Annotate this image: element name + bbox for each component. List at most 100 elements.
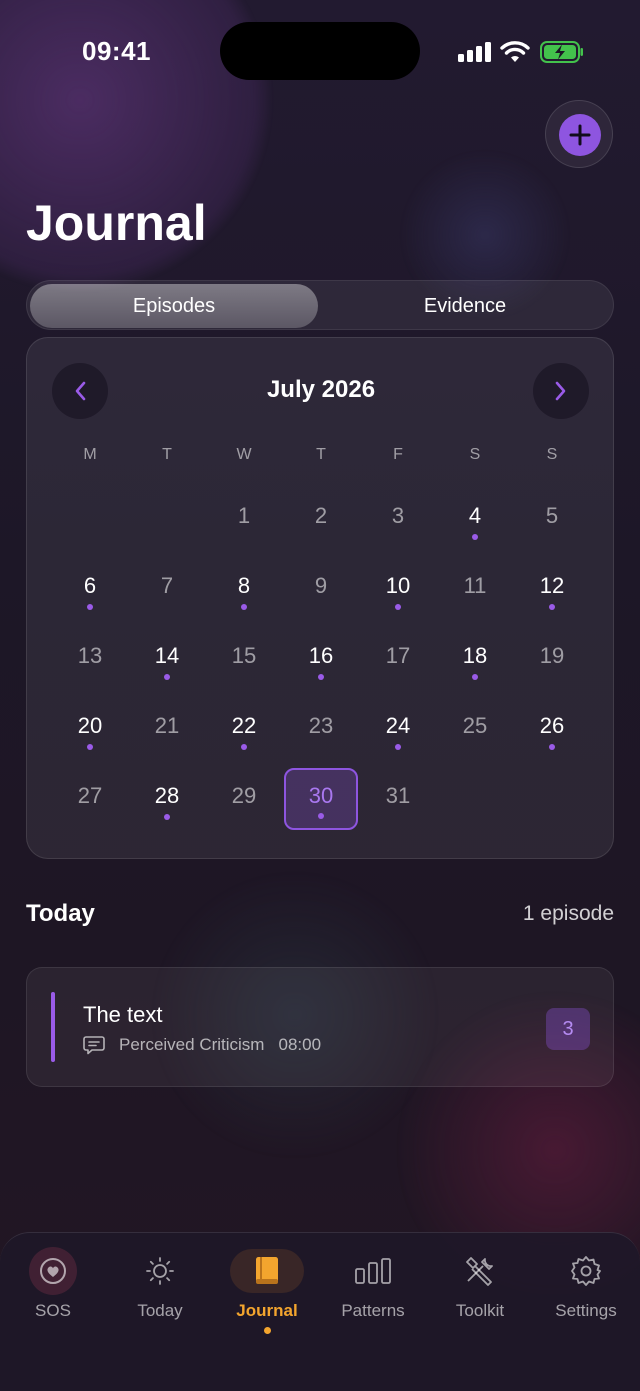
calendar-day[interactable]: 21 [137, 699, 197, 759]
day-number: 26 [539, 713, 565, 738]
status-time: 09:41 [82, 36, 151, 66]
calendar-day[interactable]: 5 [522, 489, 582, 549]
day-number: 16 [308, 643, 334, 668]
heart-icon [29, 1247, 77, 1295]
tab-bar: SOS Today Journal Patterns Toolkit Setti… [0, 1232, 640, 1391]
episode-indicator-dot [395, 604, 401, 610]
tab-label: Patterns [341, 1301, 405, 1320]
tab-toolkit[interactable]: Toolkit [430, 1249, 530, 1339]
calendar-day[interactable]: 12 [522, 559, 582, 619]
day-number: 19 [539, 643, 565, 668]
calendar-day[interactable]: 11 [445, 559, 505, 619]
weekday-label: F [393, 446, 403, 463]
section-title-today: Today [26, 900, 95, 927]
episode-indicator-dot [87, 604, 93, 610]
calendar-day[interactable]: 25 [445, 699, 505, 759]
tab-label: Toolkit [455, 1301, 505, 1320]
episode-title: The text [83, 1002, 163, 1027]
weekday-label: M [83, 446, 97, 463]
calendar-day[interactable]: 19 [522, 629, 582, 689]
tab-journal[interactable]: Journal [217, 1249, 317, 1339]
weekday-label: S [469, 446, 481, 463]
calendar-day[interactable]: 26 [522, 699, 582, 759]
calendar-day[interactable]: 1 [214, 489, 274, 549]
calendar-day[interactable]: 28 [137, 769, 197, 829]
episode-trigger: Perceived Criticism [119, 1035, 265, 1054]
segment-evidence[interactable]: Evidence [321, 284, 609, 328]
day-number: 29 [231, 783, 257, 808]
calendar-day[interactable]: 18 [445, 629, 505, 689]
day-number: 18 [462, 643, 488, 668]
day-number: 7 [160, 573, 174, 598]
calendar-day[interactable]: 17 [368, 629, 428, 689]
day-number: 21 [154, 713, 180, 738]
episode-indicator-dot [549, 604, 555, 610]
calendar-day[interactable]: 9 [291, 559, 351, 619]
tab-settings[interactable]: Settings [536, 1249, 636, 1339]
tab-today[interactable]: Today [110, 1249, 210, 1339]
calendar: July 2026 MTWTFSS 1 2 3 4 5 6 7 8 9 10 11 12 13 14 15 1… [26, 337, 614, 859]
calendar-day[interactable]: 22 [214, 699, 274, 759]
episode-indicator-dot [395, 744, 401, 750]
tab-label: SOS [35, 1301, 71, 1320]
weekday-label: T [162, 446, 172, 463]
intensity-badge: 3 [546, 1008, 590, 1050]
book-icon [230, 1249, 304, 1293]
episode-time: 08:00 [278, 1035, 322, 1054]
day-number: 13 [77, 643, 103, 668]
day-number: 9 [314, 573, 328, 598]
calendar-day[interactable]: 10 [368, 559, 428, 619]
calendar-day[interactable]: 24 [368, 699, 428, 759]
calendar-day[interactable]: 6 [60, 559, 120, 619]
dynamic-island [220, 22, 420, 80]
day-number: 22 [231, 713, 257, 738]
calendar-day[interactable]: 20 [60, 699, 120, 759]
day-number: 1 [237, 503, 251, 528]
day-number: 25 [462, 713, 488, 738]
calendar-day[interactable]: 29 [214, 769, 274, 829]
calendar-day-selected[interactable]: 30 [284, 768, 358, 830]
tab-patterns[interactable]: Patterns [323, 1249, 423, 1339]
day-number: 31 [385, 783, 411, 808]
calendar-day[interactable]: 14 [137, 629, 197, 689]
day-number: 30 [308, 783, 334, 808]
episode-indicator-dot [164, 674, 170, 680]
segment-episodes[interactable]: Episodes [30, 284, 318, 328]
calendar-day[interactable]: 8 [214, 559, 274, 619]
episode-indicator-dot [241, 604, 247, 610]
calendar-day[interactable]: 2 [291, 489, 351, 549]
next-month-button[interactable] [533, 363, 589, 419]
episode-card[interactable]: The text Perceived Criticism 08:00 3 [26, 967, 614, 1087]
episode-indicator-dot [472, 534, 478, 540]
tab-label: Journal [236, 1301, 298, 1320]
weekday-label: T [316, 446, 326, 463]
calendar-day[interactable]: 4 [445, 489, 505, 549]
calendar-day[interactable]: 7 [137, 559, 197, 619]
cellular-signal-icon [458, 42, 492, 62]
day-number: 24 [385, 713, 411, 738]
tab-sos[interactable]: SOS [3, 1247, 103, 1339]
segmented-control: Episodes Evidence [26, 280, 614, 330]
weekday-label: S [546, 446, 558, 463]
day-number: 10 [385, 573, 411, 598]
page-title: Journal [26, 195, 207, 251]
calendar-day[interactable]: 27 [60, 769, 120, 829]
episode-indicator-dot [87, 744, 93, 750]
chevron-right-icon [555, 381, 566, 401]
episode-indicator-dot [549, 744, 555, 750]
add-episode-button[interactable] [545, 100, 613, 168]
calendar-day[interactable]: 16 [291, 629, 351, 689]
sun-icon [134, 1249, 186, 1293]
tools-icon [454, 1249, 506, 1293]
weekday-label: W [236, 446, 252, 463]
calendar-day[interactable]: 3 [368, 489, 428, 549]
episode-indicator-dot [164, 814, 170, 820]
calendar-day[interactable]: 15 [214, 629, 274, 689]
episode-indicator-dot [241, 744, 247, 750]
day-number: 5 [545, 503, 559, 528]
calendar-day[interactable]: 31 [368, 769, 428, 829]
day-number: 8 [237, 573, 251, 598]
calendar-day[interactable]: 23 [291, 699, 351, 759]
episode-indicator-dot [318, 674, 324, 680]
calendar-day[interactable]: 13 [60, 629, 120, 689]
